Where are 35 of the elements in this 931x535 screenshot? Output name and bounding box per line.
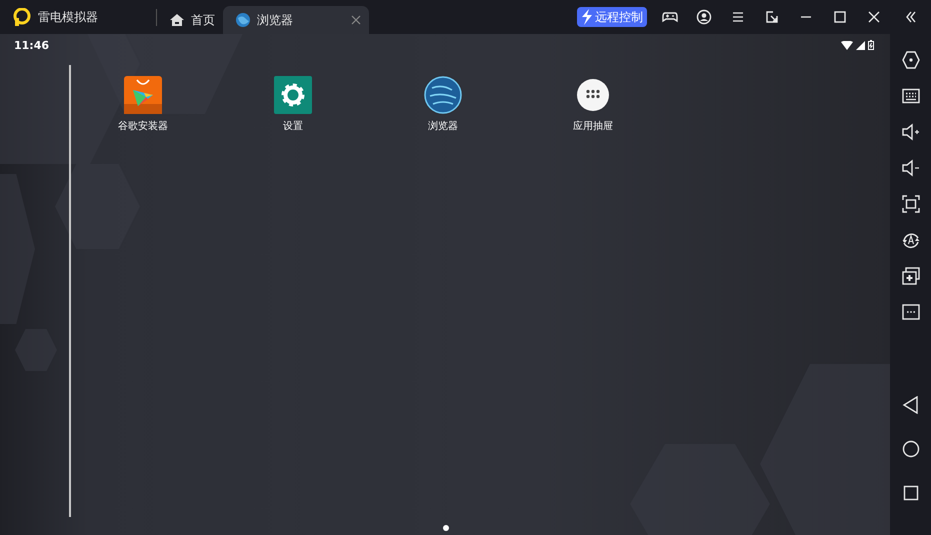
- lightning-icon: [581, 9, 593, 25]
- resize-icon[interactable]: [764, 9, 780, 25]
- tab[interactable]: 浏览器: [223, 6, 369, 34]
- add-window-icon[interactable]: [902, 267, 920, 285]
- volume-up-icon[interactable]: [902, 123, 920, 141]
- keyboard-icon[interactable]: [902, 87, 920, 105]
- home-circle-icon[interactable]: [902, 440, 920, 458]
- back-icon[interactable]: [902, 396, 920, 414]
- more-icon[interactable]: [902, 303, 920, 321]
- volume-down-icon[interactable]: [902, 159, 920, 177]
- user-icon[interactable]: [696, 9, 712, 25]
- app-title: 雷电模拟器: [38, 8, 98, 26]
- gear-icon[interactable]: [274, 76, 312, 114]
- maximize-icon[interactable]: [832, 9, 848, 25]
- recents-icon[interactable]: [902, 484, 920, 502]
- dots-grid-icon[interactable]: [574, 76, 612, 114]
- rotate-icon[interactable]: [902, 231, 920, 249]
- globe-icon[interactable]: [424, 76, 462, 114]
- home-icon: [169, 12, 185, 28]
- clock: 11:46: [14, 38, 50, 52]
- tab[interactable]: 首页: [165, 6, 223, 34]
- signal-icon: [856, 40, 865, 50]
- close-icon[interactable]: [866, 9, 882, 25]
- hexagon-icon[interactable]: [902, 51, 920, 69]
- app-label[interactable]: 设置: [283, 119, 303, 133]
- globe-icon: [235, 12, 251, 28]
- app-label[interactable]: 浏览器: [428, 119, 458, 133]
- fullscreen-icon[interactable]: [902, 195, 920, 213]
- wifi-icon: [841, 40, 853, 50]
- battery-icon: [868, 40, 874, 50]
- app-label[interactable]: 谷歌安装器: [118, 119, 168, 133]
- store-bag-icon[interactable]: [124, 76, 162, 114]
- logo-icon: [13, 8, 31, 26]
- remote-control-button[interactable]: 远程控制: [577, 7, 647, 27]
- app-label[interactable]: 应用抽屉: [573, 119, 613, 133]
